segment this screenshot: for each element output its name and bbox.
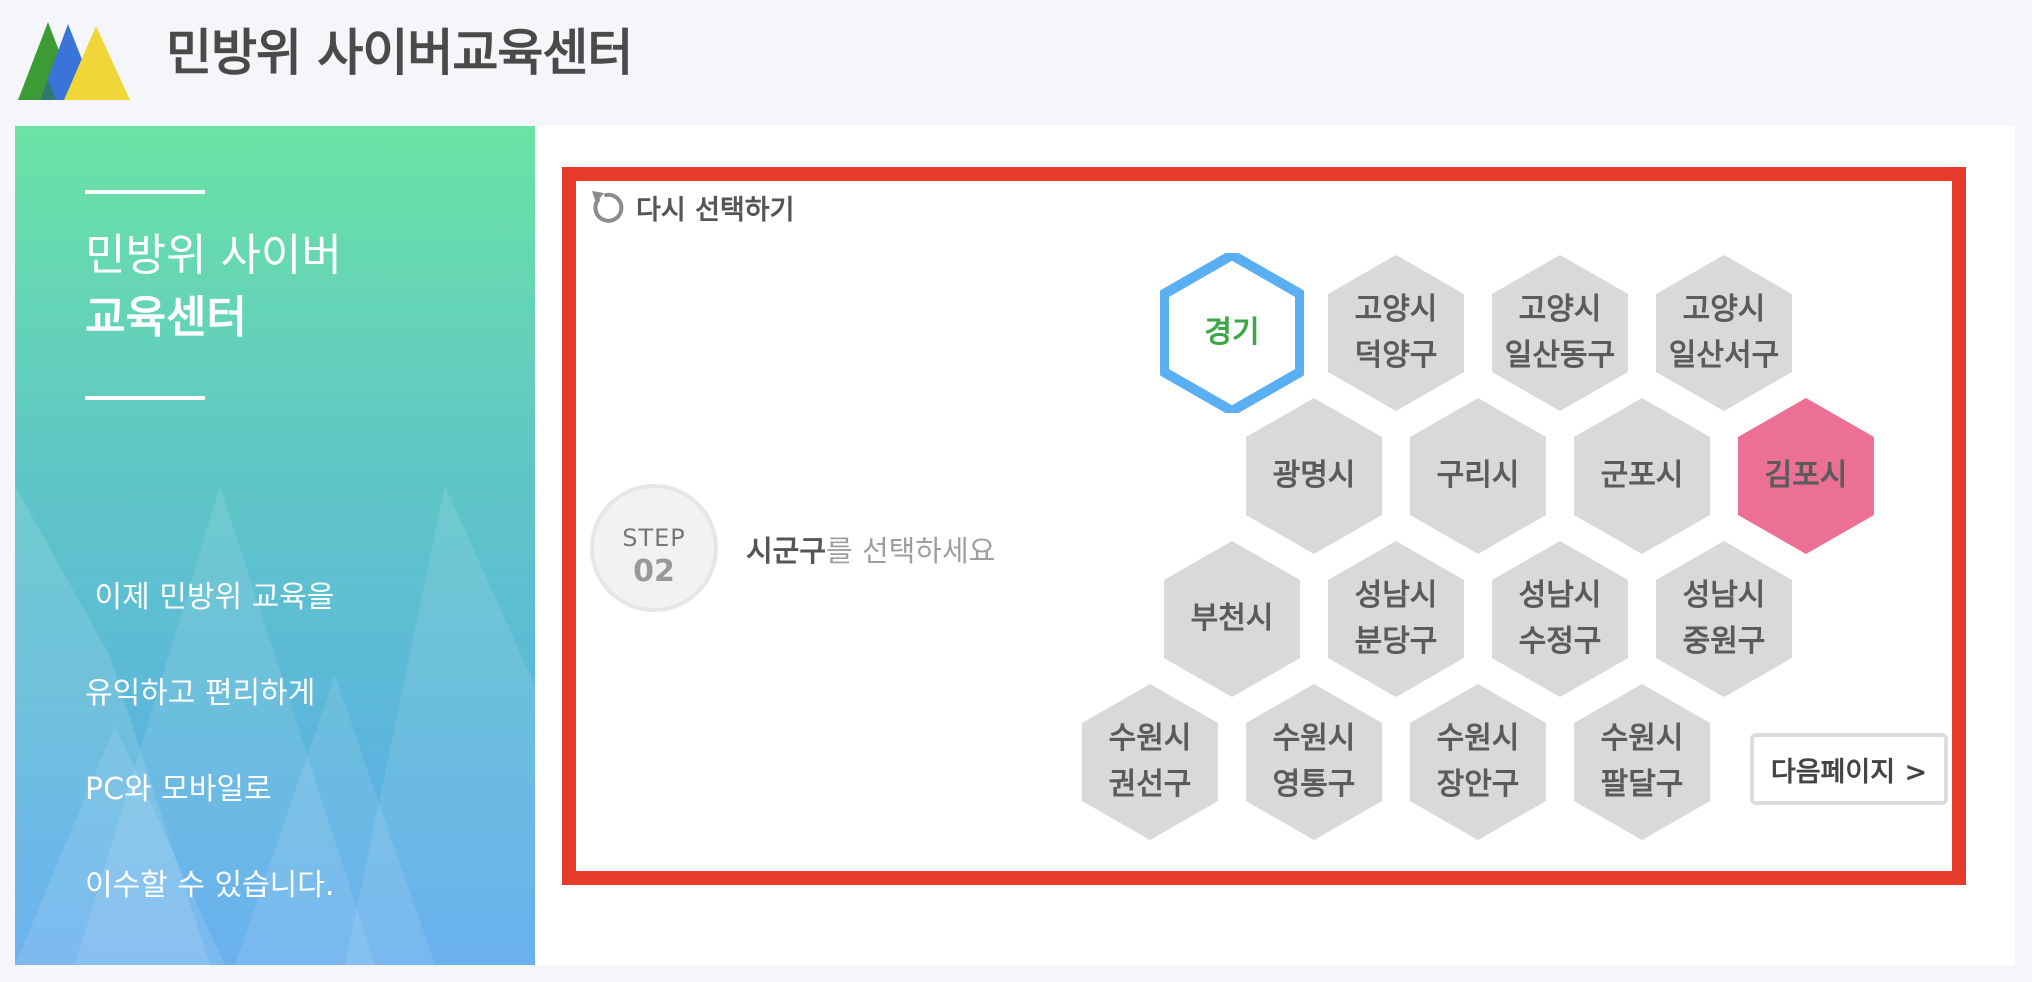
hexagon-label-line: 중원구 xyxy=(1682,624,1766,659)
hexagon-label-line: 수원시 xyxy=(1600,721,1684,756)
district-hex-goyang-ilsandong[interactable]: 고양시일산동구 xyxy=(1488,253,1632,413)
hexagon-label: 광명시 xyxy=(1242,396,1386,556)
divider-top xyxy=(85,190,205,194)
hexagon-label-line: 경기 xyxy=(1204,315,1260,350)
site-title: 민방위 사이버교육센터 xyxy=(166,24,633,82)
hexagon-label-line: 성남시 xyxy=(1518,578,1602,613)
district-hex-suwon-paldal[interactable]: 수원시팔달구 xyxy=(1570,682,1714,842)
hexagon-label: 성남시분당구 xyxy=(1324,539,1468,699)
district-hex-suwon-jangan[interactable]: 수원시장안구 xyxy=(1406,682,1550,842)
hexagon-label-line: 수원시 xyxy=(1436,721,1520,756)
district-hex-suwon-gwonseon[interactable]: 수원시권선구 xyxy=(1078,682,1222,842)
step-instruction: 시군구를 선택하세요 xyxy=(746,528,995,570)
hexagon-label: 고양시일산서구 xyxy=(1652,253,1796,413)
hexagon-label: 고양시덕양구 xyxy=(1324,253,1468,413)
next-page-button[interactable]: 다음페이지 > xyxy=(1750,733,1948,805)
hexagon-label-line: 광명시 xyxy=(1272,458,1356,493)
hexagon-label: 김포시 xyxy=(1734,396,1878,556)
hexagon-label: 부천시 xyxy=(1160,539,1304,699)
hexagon-label-line: 덕양구 xyxy=(1354,338,1438,373)
instruction-strong: 시군구 xyxy=(746,534,827,568)
district-hex-gunpo[interactable]: 군포시 xyxy=(1570,396,1714,556)
hexagon-label-line: 김포시 xyxy=(1764,458,1848,493)
description-line: PC와 모바일로 xyxy=(85,772,272,807)
hexagon-label-line: 군포시 xyxy=(1600,458,1684,493)
hexagon-label-line: 성남시 xyxy=(1682,578,1766,613)
district-hex-guri[interactable]: 구리시 xyxy=(1406,396,1550,556)
district-hex-goyang-ilsanseo[interactable]: 고양시일산서구 xyxy=(1652,253,1796,413)
site-header: 민방위 사이버교육센터 xyxy=(0,0,2032,125)
description-line: 이제 민방위 교육을 xyxy=(85,580,335,615)
hexagon-label: 수원시영통구 xyxy=(1242,682,1386,842)
description-line: 이수할 수 있습니다. xyxy=(85,868,335,903)
district-hex-gimpo[interactable]: 김포시 xyxy=(1734,396,1878,556)
hexagon-label-line: 수원시 xyxy=(1108,721,1192,756)
hexagon-label-line: 권선구 xyxy=(1108,767,1192,802)
region-selector: 다시 선택하기 STEP 02 시군구를 선택하세요 경기 고양시 덕양구 고양시 일산… xyxy=(562,167,1966,885)
district-hex-goyang-deogyang[interactable]: 고양시덕양구 xyxy=(1324,253,1468,413)
hexagon-label: 수원시팔달구 xyxy=(1570,682,1714,842)
sidebar-title-line1: 민방위 사이버 xyxy=(85,230,342,281)
hexagon-label-line: 고양시 xyxy=(1518,292,1602,327)
province-hex-selected[interactable]: 경기 xyxy=(1160,253,1304,413)
hexagon-label: 수원시권선구 xyxy=(1078,682,1222,842)
hexagon-label-line: 분당구 xyxy=(1354,624,1438,659)
step-indicator: STEP 02 xyxy=(590,484,718,612)
step-number: 02 xyxy=(633,554,675,589)
hexagon-label-line: 영통구 xyxy=(1272,767,1356,802)
district-hex-bucheon[interactable]: 부천시 xyxy=(1160,539,1304,699)
hexagon-label: 경기 xyxy=(1160,253,1304,413)
hexagon-label-line: 고양시 xyxy=(1354,292,1438,327)
main-content: 다시 선택하기 STEP 02 시군구를 선택하세요 경기 고양시 덕양구 고양시 일산… xyxy=(535,126,2015,965)
reset-selection-button[interactable]: 다시 선택하기 xyxy=(586,187,794,227)
hexagon-label-line: 일산동구 xyxy=(1504,338,1616,373)
hexagon-label: 군포시 xyxy=(1570,396,1714,556)
district-hex-gwangmyeong[interactable]: 광명시 xyxy=(1242,396,1386,556)
site-logo[interactable] xyxy=(18,20,142,102)
instruction-rest: 를 선택하세요 xyxy=(826,534,996,568)
district-hex-suwon-yeongtong[interactable]: 수원시영통구 xyxy=(1242,682,1386,842)
sidebar-description: 이제 민방위 교육을 유익하고 편리하게 PC와 모바일로 이수할 수 있습니다… xyxy=(85,526,505,958)
hexagon-label-line: 수원시 xyxy=(1272,721,1356,756)
hexagon-label-line: 성남시 xyxy=(1354,578,1438,613)
hexagon-label: 수원시장안구 xyxy=(1406,682,1550,842)
divider-bottom xyxy=(85,396,205,400)
district-hex-seongnam-jungwon[interactable]: 성남시중원구 xyxy=(1652,539,1796,699)
description-line: 유익하고 편리하게 xyxy=(85,676,316,711)
hexagon-label: 구리시 xyxy=(1406,396,1550,556)
hexagon-label-line: 팔달구 xyxy=(1600,767,1684,802)
hexagon-label-line: 부천시 xyxy=(1190,601,1274,636)
sidebar-title-line2: 교육센터 xyxy=(85,292,247,343)
hexagon-label: 성남시수정구 xyxy=(1488,539,1632,699)
hexagon-label: 고양시일산동구 xyxy=(1488,253,1632,413)
district-hex-seongnam-bundang[interactable]: 성남시분당구 xyxy=(1324,539,1468,699)
step-word: STEP xyxy=(622,524,686,552)
reset-label: 다시 선택하기 xyxy=(636,194,795,226)
hexagon-label-line: 구리시 xyxy=(1436,458,1520,493)
hexagon-label-line: 수정구 xyxy=(1518,624,1602,659)
hexagon-label-line: 일산서구 xyxy=(1668,338,1780,373)
district-hex-seongnam-sujeong[interactable]: 성남시수정구 xyxy=(1488,539,1632,699)
sidebar-banner: 민방위 사이버 교육센터 이제 민방위 교육을 유익하고 편리하게 PC와 모바… xyxy=(15,126,535,965)
hexagon-label-line: 고양시 xyxy=(1682,292,1766,327)
hexagon-label-line: 장안구 xyxy=(1436,767,1520,802)
refresh-icon xyxy=(592,191,624,223)
hexagon-label: 성남시중원구 xyxy=(1652,539,1796,699)
